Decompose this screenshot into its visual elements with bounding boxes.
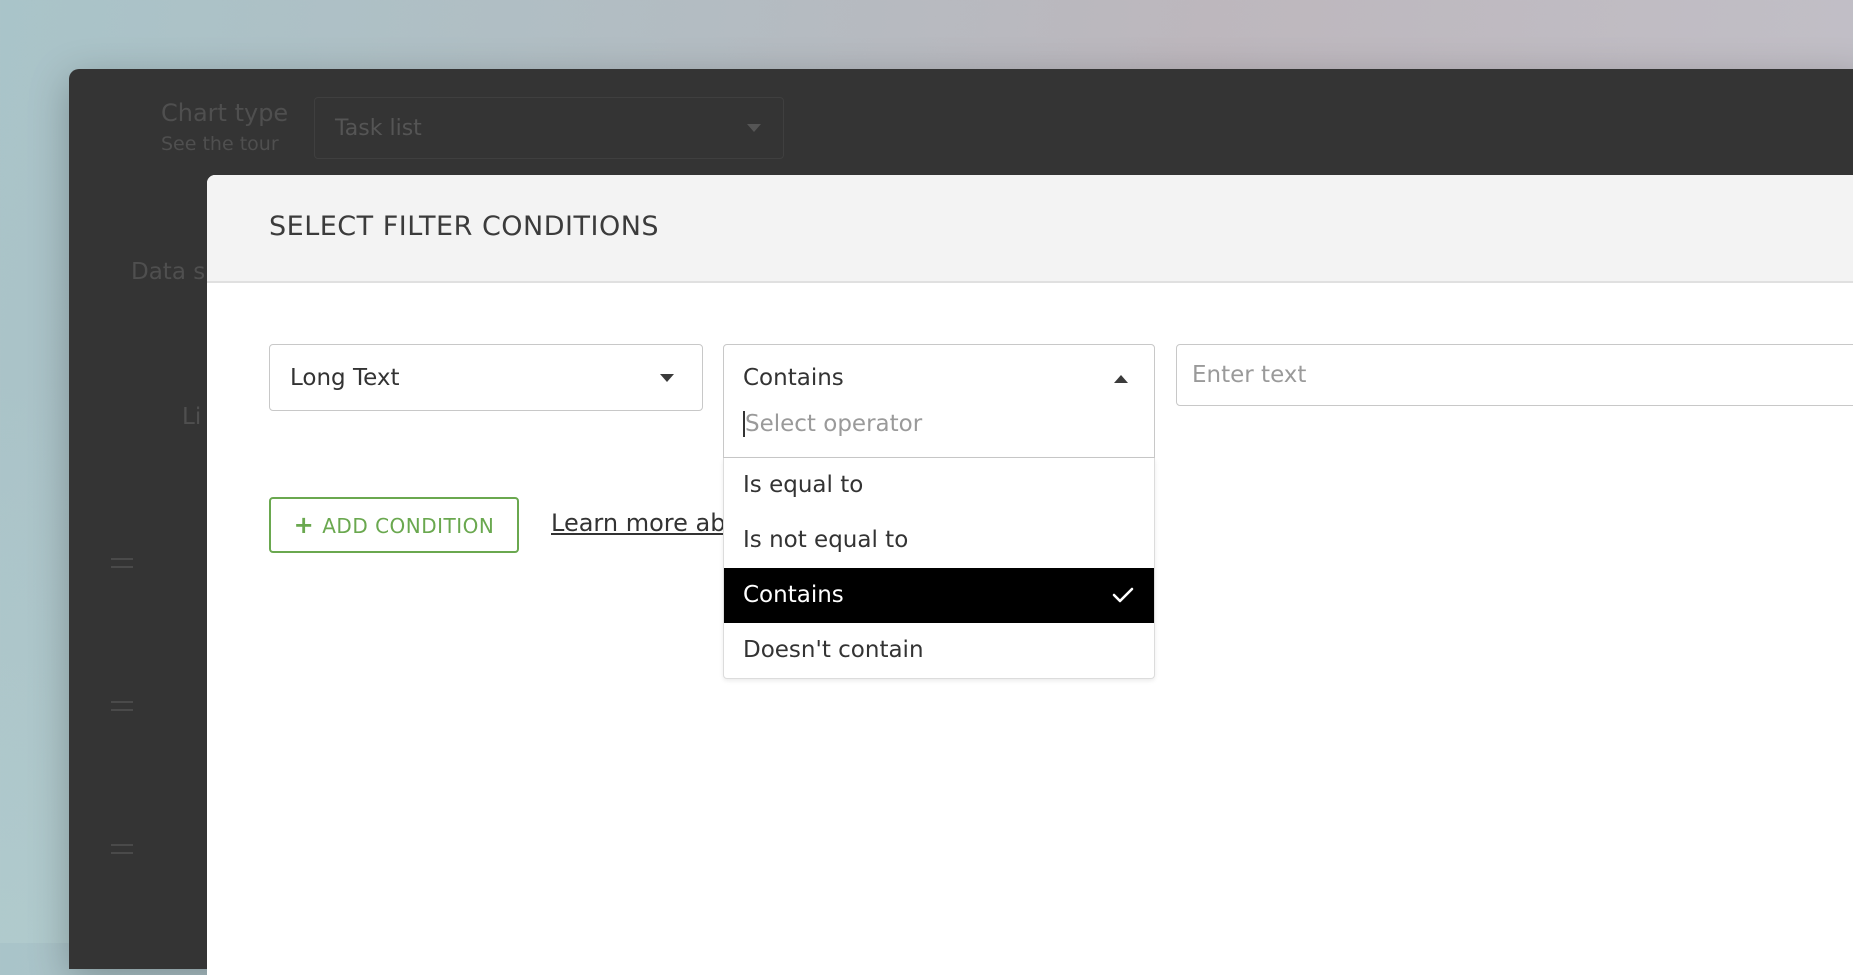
tour-link: See the tour xyxy=(161,133,279,155)
operator-search-input[interactable]: Select operator xyxy=(743,411,922,437)
operator-option-is-not-equal[interactable]: Is not equal to xyxy=(724,513,1154,568)
condition-value-input[interactable] xyxy=(1176,344,1853,406)
add-condition-button[interactable]: + ADD CONDITION xyxy=(269,497,519,553)
plus-icon: + xyxy=(293,511,315,539)
operator-dropdown[interactable]: Contains Select operator Is equal to Is … xyxy=(723,344,1155,857)
modal-header: SELECT FILTER CONDITIONS xyxy=(207,175,1853,283)
add-condition-label: ADD CONDITION xyxy=(322,514,495,538)
chevron-up-icon[interactable] xyxy=(1114,375,1128,383)
learn-more-link[interactable]: Learn more abo xyxy=(551,509,723,537)
operator-menu: Is equal to Is not equal to Contains Doe… xyxy=(723,458,1155,679)
list-label: Li xyxy=(182,404,202,430)
field-select-value: Long Text xyxy=(290,365,400,391)
filter-conditions-modal: SELECT FILTER CONDITIONS Long Text Conta… xyxy=(207,175,1853,975)
field-select[interactable]: Long Text xyxy=(269,344,703,411)
chart-type-label: Chart type xyxy=(161,99,289,127)
operator-option-is-equal[interactable]: Is equal to xyxy=(724,458,1154,513)
operator-select[interactable]: Contains Select operator xyxy=(723,344,1155,458)
modal-title: SELECT FILTER CONDITIONS xyxy=(269,211,660,242)
check-icon xyxy=(1112,587,1134,603)
chart-type-value: Task list xyxy=(335,116,422,141)
drag-handle-icon xyxy=(111,844,133,854)
drag-handle-icon xyxy=(111,558,133,568)
chevron-down-icon xyxy=(660,374,674,382)
operator-option-label: Contains xyxy=(743,582,844,608)
chart-type-select: Task list xyxy=(314,97,784,159)
chevron-down-icon xyxy=(747,124,761,132)
operator-select-value: Contains xyxy=(743,365,844,391)
operator-option-contains[interactable]: Contains xyxy=(724,568,1154,623)
data-source-label: Data s xyxy=(131,259,206,285)
drag-handle-icon xyxy=(111,701,133,711)
operator-option-doesnt-contain[interactable]: Doesn't contain xyxy=(724,623,1154,678)
